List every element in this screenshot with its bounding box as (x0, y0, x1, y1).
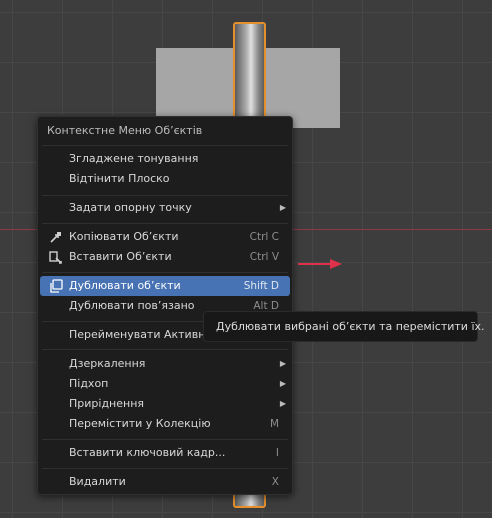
submenu-arrow-icon: ▶ (279, 359, 286, 368)
menu-item-label: Вставити Об’єкти (69, 250, 172, 263)
menu-item-parent[interactable]: Приріднення ▶ (40, 394, 290, 414)
menu-item-label: Видалити (69, 475, 126, 488)
menu-divider (42, 439, 288, 440)
menu-item-label: Дзеркалення (69, 357, 146, 370)
submenu-arrow-icon: ▶ (279, 203, 286, 212)
menu-item-label: Дублювати об’єкти (69, 279, 181, 292)
menu-item-duplicate-objects[interactable]: Дублювати об’єкти Shift D (40, 276, 290, 296)
shortcut-text: Ctrl V (249, 251, 279, 263)
menu-item-label: Перейменувати Активни (69, 328, 213, 341)
tooltip: Дублювати вибрані об’єкти та перемістити… (203, 311, 485, 342)
menu-divider (42, 272, 288, 273)
menu-item-label: Задати опорну точку (69, 201, 192, 214)
menu-item-label: Підхоп (69, 377, 109, 390)
menu-title: Контекстне Меню Об’єктів (47, 124, 203, 137)
menu-item-insert-keyframe[interactable]: Вставити ключовий кадр... I (40, 443, 290, 463)
menu-item-set-origin[interactable]: Задати опорну точку ▶ (40, 198, 290, 218)
submenu-arrow-icon: ▶ (279, 399, 286, 408)
menu-item-label: Перемістити у Колекцію (69, 417, 211, 430)
menu-item-label: Дублювати пов’язано (69, 299, 195, 312)
menu-item-shade-flat[interactable]: Відтінити Плоско (40, 169, 290, 189)
shortcut-text: M (269, 418, 279, 430)
menu-item-paste-objects[interactable]: Вставити Об’єкти Ctrl V (40, 247, 290, 267)
menu-divider (42, 195, 288, 196)
menu-item-delete[interactable]: Видалити X (40, 472, 290, 492)
menu-item-shade-smooth[interactable]: Згладжене тонування (40, 149, 290, 169)
submenu-arrow-icon: ▶ (279, 379, 286, 388)
shortcut-text: Shift D (243, 280, 279, 292)
menu-item-copy-objects[interactable]: Копіювати Об’єкти Ctrl C (40, 227, 290, 247)
menu-item-move-to-collection[interactable]: Перемістити у Колекцію M (40, 414, 290, 434)
menu-item-label: Згладжене тонування (69, 152, 199, 165)
menu-item-label: Копіювати Об’єкти (69, 230, 179, 243)
selected-cylinder-top[interactable] (233, 22, 266, 128)
object-context-menu: Контекстне Меню Об’єктів Згладжене тонув… (37, 116, 293, 495)
copy-icon (50, 232, 61, 243)
duplicate-icon (50, 279, 63, 293)
menu-divider (42, 349, 288, 350)
move-gizmo-arrow-icon[interactable] (298, 258, 342, 270)
menu-divider (42, 468, 288, 469)
shortcut-text: Ctrl C (249, 231, 279, 243)
menu-item-label: Приріднення (69, 397, 145, 410)
menu-divider (42, 145, 288, 146)
shortcut-text: X (271, 476, 279, 488)
menu-item-label: Відтінити Плоско (69, 172, 170, 185)
paste-icon (49, 251, 62, 264)
menu-item-mirror[interactable]: Дзеркалення ▶ (40, 354, 290, 374)
tooltip-text: Дублювати вибрані об’єкти та перемістити… (216, 320, 485, 333)
menu-item-snap[interactable]: Підхоп ▶ (40, 374, 290, 394)
menu-item-label: Вставити ключовий кадр... (69, 446, 226, 459)
menu-divider (42, 223, 288, 224)
shortcut-text: I (275, 447, 279, 459)
